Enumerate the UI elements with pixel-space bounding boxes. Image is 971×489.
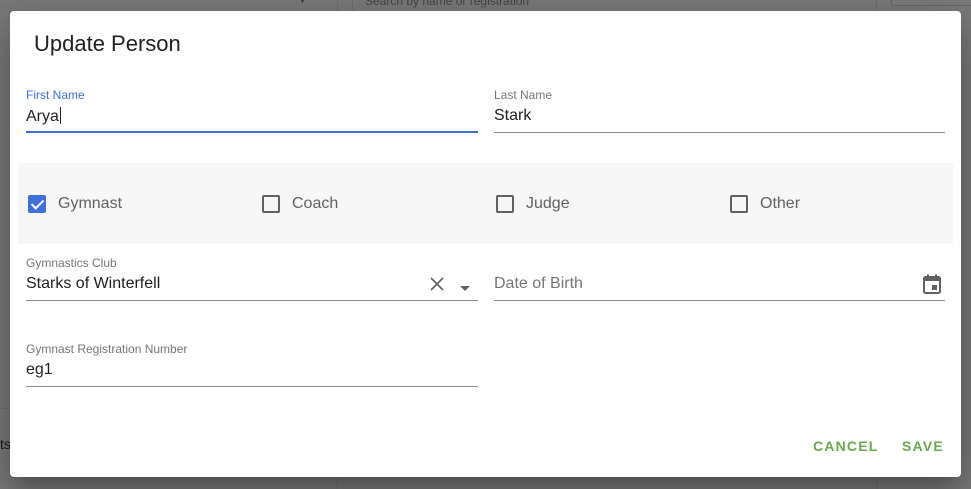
registration-number-input[interactable]: eg1: [26, 361, 53, 379]
last-name-input[interactable]: Stark: [494, 107, 531, 125]
judge-label: Judge: [526, 195, 570, 212]
calendar-icon[interactable]: [922, 274, 942, 300]
update-person-dialog: Update Person First Name Arya Last Name …: [10, 11, 961, 477]
roles-checkbox-group: Gymnast Coach Judge Other: [18, 163, 953, 244]
cancel-button[interactable]: CANCEL: [813, 438, 879, 454]
judge-checkbox[interactable]: [496, 195, 514, 213]
date-of-birth-placeholder[interactable]: Date of Birth: [494, 275, 583, 293]
registration-number-underline: [26, 386, 478, 387]
last-name-field[interactable]: Last Name Stark: [494, 88, 945, 134]
last-name-label: Last Name: [494, 88, 553, 102]
close-icon[interactable]: [429, 276, 445, 297]
dialog-title: Update Person: [34, 31, 181, 56]
registration-number-field[interactable]: Gymnast Registration Number eg1: [26, 342, 478, 388]
coach-checkbox[interactable]: [262, 195, 280, 213]
first-name-label: First Name: [26, 88, 85, 102]
role-coach[interactable]: Coach: [262, 193, 338, 215]
first-name-value: Arya: [26, 108, 59, 125]
gymnastics-club-underline: [26, 300, 478, 301]
role-gymnast[interactable]: Gymnast: [28, 193, 122, 215]
other-label: Other: [760, 195, 801, 212]
other-checkbox[interactable]: [730, 195, 748, 213]
first-name-underline: [26, 131, 478, 133]
last-name-underline: [494, 132, 945, 133]
caret-down-icon[interactable]: [459, 280, 471, 298]
registration-number-label: Gymnast Registration Number: [26, 342, 188, 356]
role-judge[interactable]: Judge: [496, 193, 570, 215]
coach-label: Coach: [292, 195, 339, 212]
gymnastics-club-label: Gymnastics Club: [26, 256, 117, 270]
gymnast-checkbox[interactable]: [28, 195, 46, 213]
gymnast-label: Gymnast: [58, 195, 123, 212]
role-other[interactable]: Other: [730, 193, 800, 215]
first-name-field[interactable]: First Name Arya: [26, 88, 478, 134]
first-name-input[interactable]: Arya: [26, 107, 61, 126]
date-of-birth-field[interactable]: Date of Birth: [494, 256, 945, 302]
date-of-birth-underline: [494, 300, 945, 301]
gymnastics-club-value[interactable]: Starks of Winterfell: [26, 275, 160, 293]
text-cursor: [59, 107, 61, 124]
save-button[interactable]: SAVE: [902, 438, 944, 454]
gymnastics-club-select[interactable]: Gymnastics Club Starks of Winterfell: [26, 256, 478, 302]
